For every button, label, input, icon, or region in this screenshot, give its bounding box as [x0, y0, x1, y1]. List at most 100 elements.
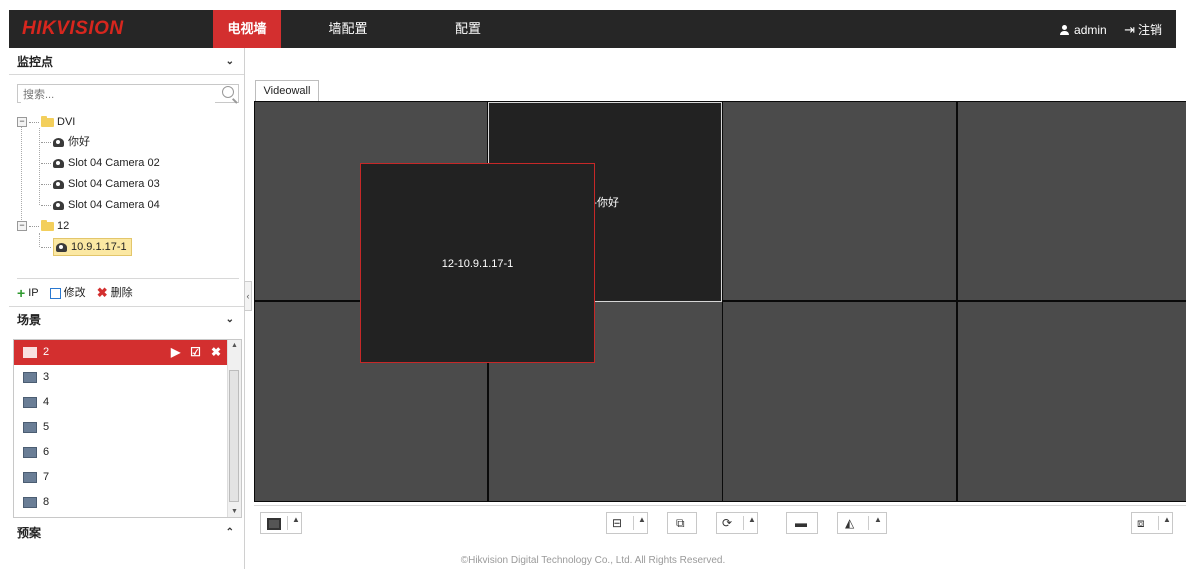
scene-item[interactable]: 6	[14, 440, 227, 465]
scene-section-header[interactable]: 场景 ⌄	[9, 308, 244, 332]
delete-icon[interactable]: ✖	[97, 284, 108, 302]
tree-item[interactable]: Slot 04 Camera 02	[39, 153, 160, 173]
save-button[interactable]: ⊟ ▲	[606, 512, 648, 534]
scene-icon	[23, 371, 37, 383]
folder-icon	[41, 219, 54, 231]
add-icon[interactable]: +	[17, 284, 25, 302]
camera-icon	[53, 179, 64, 189]
wall-cell[interactable]	[958, 302, 1186, 501]
scene-label: 3	[43, 371, 50, 383]
nav-wall-config[interactable]: 墙配置	[314, 10, 382, 48]
refresh-icon: ⟳	[722, 516, 733, 530]
tree-item-label: Slot 04 Camera 02	[68, 157, 160, 169]
copyright-footer: ©Hikvision Digital Technology Co., Ltd. …	[460, 555, 726, 566]
screen-icon	[267, 518, 281, 530]
chevron-down-icon[interactable]: ⌄	[226, 308, 234, 332]
scene-section-title: 场景	[17, 313, 42, 327]
camera-icon	[53, 137, 64, 147]
chevron-down-icon[interactable]: ⌄	[226, 50, 234, 74]
refresh-button[interactable]: ⟳ ▲	[716, 512, 758, 534]
split-button[interactable]: ◭ ▲	[837, 512, 887, 534]
scene-label: 6	[43, 446, 50, 458]
tree-actions: + IP 修改 ✖ 删除	[17, 284, 133, 302]
tree-item-label: 你好	[68, 136, 90, 148]
tree-group-12[interactable]: − 12	[17, 216, 69, 236]
dropdown-arrow-icon[interactable]: ▲	[1163, 515, 1171, 524]
window-mode-button[interactable]: ⧈ ▲	[1131, 512, 1173, 534]
add-ip-button[interactable]: IP	[28, 284, 38, 302]
user-area: admin ⇥ 注销	[1060, 10, 1162, 48]
window-switch-button[interactable]: ▬	[786, 512, 818, 534]
top-bar: HIKVISION 电视墙 墙配置 配置 admin ⇥ 注销	[9, 10, 1176, 48]
scene-label: 5	[43, 421, 50, 433]
tree-item[interactable]: 你好	[39, 132, 90, 152]
video-window[interactable]: 12-10.9.1.17-1	[360, 163, 595, 363]
tree-group-dvi[interactable]: − DVI	[17, 112, 75, 132]
wall-cell[interactable]	[723, 102, 956, 300]
scene-item[interactable]: 3	[14, 365, 227, 390]
scene-icon	[23, 421, 37, 433]
edit-icon[interactable]	[49, 287, 61, 299]
monitor-section-header[interactable]: 监控点 ⌄	[9, 50, 244, 74]
scene-list: 2 ▶ ☑ ✖ 3 4 5 6 7 8 ▲ ▼	[13, 339, 242, 518]
chevron-up-icon[interactable]: ⌃	[226, 521, 234, 545]
collapse-icon[interactable]: −	[17, 221, 27, 232]
clear-windows-button[interactable]: ⧉	[667, 512, 697, 534]
scroll-up-icon[interactable]: ▲	[231, 342, 238, 349]
window-mode-icon: ⧈	[1137, 516, 1145, 530]
delete-button[interactable]: 删除	[111, 284, 133, 302]
nav-config[interactable]: 配置	[434, 10, 502, 48]
logout-icon[interactable]: ⇥	[1124, 11, 1135, 49]
tree-item-label: 10.9.1.17-1	[71, 241, 127, 253]
dropdown-arrow-icon[interactable]: ▲	[748, 515, 756, 524]
clear-icon: ⧉	[676, 516, 685, 530]
dropdown-arrow-icon[interactable]: ▲	[874, 515, 882, 524]
tree-group-label: DVI	[57, 116, 76, 128]
logout-link[interactable]: 注销	[1138, 11, 1162, 49]
collapse-panel-button[interactable]: ‹	[244, 281, 252, 311]
camera-icon	[53, 158, 64, 168]
scene-label: 2	[43, 346, 50, 358]
wall-cell[interactable]	[723, 302, 956, 501]
scene-label: 7	[43, 471, 50, 483]
tab-videowall[interactable]: Videowall	[255, 80, 319, 101]
edit-button[interactable]: 修改	[64, 284, 86, 302]
username[interactable]: admin	[1074, 11, 1107, 49]
folder-icon	[41, 115, 54, 127]
scene-scrollbar[interactable]: ▲ ▼	[227, 340, 241, 517]
scene-item[interactable]: 7	[14, 465, 227, 490]
scene-item[interactable]: 5	[14, 415, 227, 440]
nav-videowall[interactable]: 电视墙	[213, 10, 281, 48]
search-input[interactable]	[21, 86, 215, 103]
dropdown-arrow-icon[interactable]: ▲	[638, 515, 646, 524]
divider	[9, 74, 244, 75]
scrollbar-thumb[interactable]	[229, 370, 239, 502]
camera-icon	[56, 242, 67, 252]
save-icon: ⊟	[612, 516, 623, 530]
plan-section-header[interactable]: 预案 ⌃	[9, 521, 244, 545]
search-icon[interactable]	[222, 86, 234, 98]
tree-item-label: Slot 04 Camera 03	[68, 178, 160, 190]
tree-item-selected[interactable]: 10.9.1.17-1	[39, 237, 132, 257]
scene-icon	[23, 346, 37, 358]
tree-item[interactable]: Slot 04 Camera 04	[39, 195, 160, 215]
dropdown-arrow-icon[interactable]: ▲	[292, 515, 300, 524]
scene-icon	[23, 471, 37, 483]
scene-label: 8	[43, 496, 50, 508]
close-icon[interactable]: ✖	[211, 345, 221, 359]
user-icon	[1060, 24, 1070, 35]
scene-item[interactable]: 4	[14, 390, 227, 415]
edit-icon[interactable]: ☑	[190, 345, 201, 359]
layout-button[interactable]: ▲	[260, 512, 302, 534]
tree-item[interactable]: Slot 04 Camera 03	[39, 174, 160, 194]
plan-section-title: 预案	[17, 526, 42, 540]
collapse-icon[interactable]: −	[17, 117, 27, 128]
wall-cell[interactable]	[958, 102, 1186, 300]
scene-label: 4	[43, 396, 50, 408]
scene-item[interactable]: 8	[14, 490, 227, 515]
play-icon[interactable]: ▶	[171, 345, 180, 359]
scene-icon	[23, 496, 37, 508]
search-box	[17, 84, 239, 103]
scroll-down-icon[interactable]: ▼	[231, 508, 238, 515]
scene-item-active[interactable]: 2 ▶ ☑ ✖	[14, 340, 227, 365]
